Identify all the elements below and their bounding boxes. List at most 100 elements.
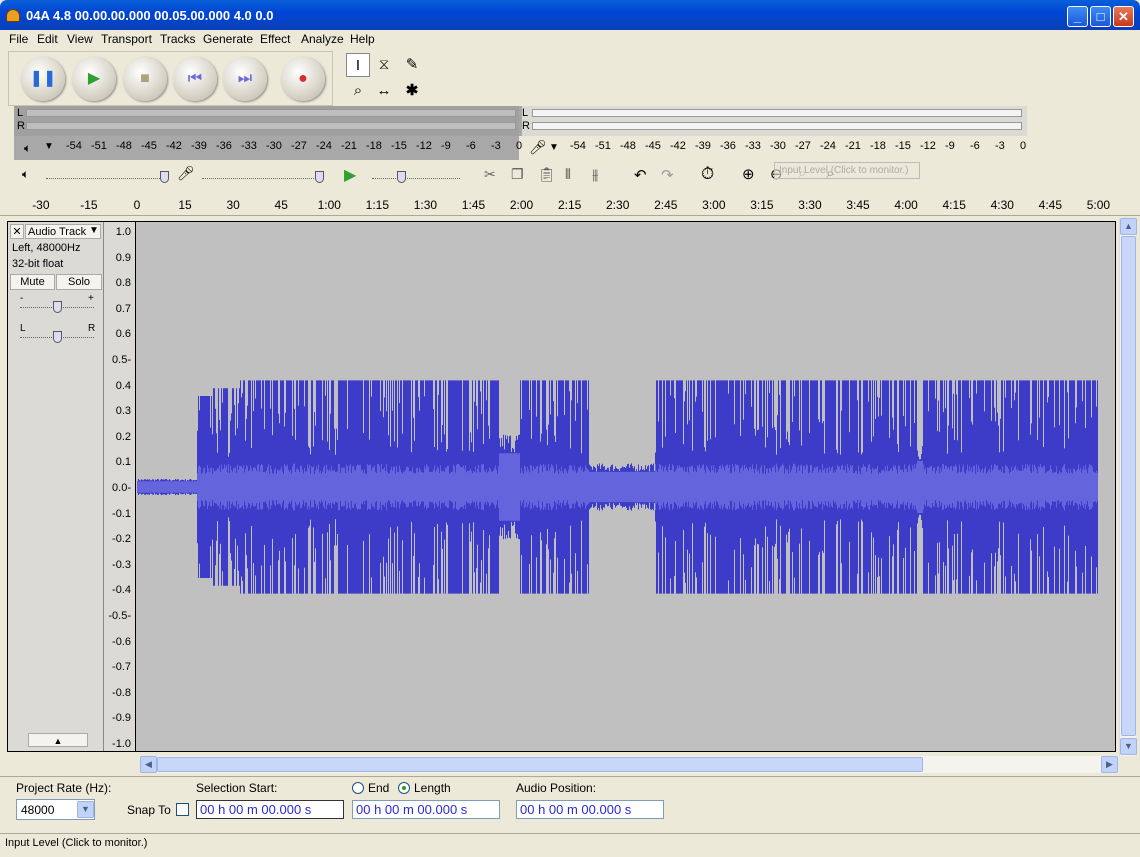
selection-tool-icon[interactable]: I xyxy=(346,53,370,77)
meter-toolbar: L R L R 🔈︎ ▼ -54 -51 -48 -45 -42 -39 -36 -33 -30… xyxy=(14,106,1027,160)
audio-position-field[interactable]: 00 h 00 m 00.000 s xyxy=(516,800,664,819)
input-volume-slider[interactable] xyxy=(202,178,324,179)
play-button[interactable]: ▶ xyxy=(72,57,116,101)
ruler-tick-label: 2:00 xyxy=(509,198,534,212)
zoom-in-icon[interactable]: ⊕ xyxy=(742,165,755,183)
horizontal-scroll-thumb[interactable] xyxy=(157,757,923,772)
project-rate-dropdown-icon[interactable]: ▼ xyxy=(77,801,94,818)
pause-button[interactable]: ❚❚ xyxy=(21,57,65,101)
track-menu-button[interactable]: Audio Track ▼ xyxy=(25,224,101,239)
ruler-tick-label: 3:15 xyxy=(750,198,774,212)
amplitude-tick-label: -0.3 xyxy=(112,558,131,571)
meter-tick-label: -24 xyxy=(820,140,836,152)
zoom-tool-icon[interactable]: ⌕ xyxy=(346,79,370,103)
ruler-tick-label: 2:15 xyxy=(557,198,582,212)
paste-icon[interactable]: 📋︎ xyxy=(538,166,556,183)
vertical-scroll-thumb[interactable] xyxy=(1121,236,1136,736)
ruler-tick-label: 4:00 xyxy=(894,198,918,212)
redo-icon[interactable]: ↷ xyxy=(661,166,674,184)
selection-start-label: Selection Start: xyxy=(196,781,278,795)
minimize-button[interactable]: _ xyxy=(1067,6,1088,27)
snap-to-checkbox[interactable] xyxy=(176,803,189,816)
input-volume-thumb[interactable] xyxy=(315,171,324,183)
solo-button[interactable]: Solo xyxy=(56,274,102,290)
record-button[interactable]: ● xyxy=(281,57,325,101)
skip-end-button[interactable]: ⏭ xyxy=(223,57,267,101)
menu-tracks[interactable]: Tracks xyxy=(160,32,196,46)
meter-tick-label: -33 xyxy=(745,140,761,152)
meter-tick-label: -27 xyxy=(291,140,307,152)
horizontal-scrollbar[interactable]: ◀ ▶ xyxy=(140,756,1118,773)
scroll-down-icon[interactable]: ▼ xyxy=(1120,738,1137,755)
scroll-left-icon[interactable]: ◀ xyxy=(140,756,157,773)
amplitude-tick-label: 0.8 xyxy=(115,277,131,290)
scroll-up-icon[interactable]: ▲ xyxy=(1120,218,1137,235)
draw-tool-icon[interactable]: ✎ xyxy=(400,53,424,77)
amplitude-tick-label: 0.6 xyxy=(115,328,131,341)
selection-length-field[interactable]: 00 h 00 m 00.000 s xyxy=(352,800,500,819)
play-meter-dropdown-icon[interactable]: ▼ xyxy=(44,141,54,152)
ruler-tick-label: 0 xyxy=(133,198,141,212)
rec-meter-bar-r[interactable] xyxy=(532,122,1022,130)
menu-help[interactable]: Help xyxy=(350,32,375,46)
play-at-speed-icon[interactable]: ▶ xyxy=(344,165,356,185)
selection-start-field[interactable]: 00 h 00 m 00.000 s xyxy=(196,800,344,819)
output-volume-slider[interactable] xyxy=(46,178,168,179)
timeline-ruler[interactable]: -30 -15 0 15 30 45 1:00 1:15 1:30 1:45 2:00 2:15 2:3… xyxy=(0,194,1140,216)
menu-generate[interactable]: Generate xyxy=(203,32,253,46)
vertical-scrollbar[interactable]: ▲ ▼ xyxy=(1119,218,1137,756)
pan-left-label: L xyxy=(20,323,26,334)
playback-speed-thumb[interactable] xyxy=(397,171,406,183)
track-close-button[interactable]: ✕ xyxy=(10,224,24,239)
menu-transport[interactable]: Transport xyxy=(101,32,152,46)
amplitude-tick-label: 0.3 xyxy=(115,405,131,418)
multi-tool-icon[interactable]: ✱ xyxy=(400,79,424,103)
play-meter-bar-r[interactable] xyxy=(26,122,516,130)
waveform[interactable] xyxy=(137,222,1098,751)
speaker-icon[interactable]: 🔈︎ xyxy=(24,141,31,156)
close-button[interactable]: ✕ xyxy=(1113,6,1134,27)
silence-icon[interactable]: ⫵ xyxy=(592,166,598,183)
output-volume-thumb[interactable] xyxy=(160,171,169,183)
sync-lock-icon[interactable]: ⏱ xyxy=(701,164,714,184)
undo-icon[interactable]: ↶ xyxy=(634,166,647,184)
skip-start-button[interactable]: ⏮ xyxy=(173,57,217,101)
menu-analyze[interactable]: Analyze xyxy=(301,32,344,46)
pan-slider-thumb[interactable] xyxy=(53,331,62,343)
timeshift-tool-icon[interactable]: ↔ xyxy=(372,79,396,103)
collapse-track-button[interactable]: ▲ xyxy=(28,733,88,747)
meter-tick-label: -36 xyxy=(216,140,232,152)
end-radio[interactable] xyxy=(352,782,364,794)
copy-icon[interactable]: ❐ xyxy=(511,166,524,183)
ruler-tick-label: 1:00 xyxy=(317,198,341,212)
trim-icon[interactable]: ⫴ xyxy=(565,166,571,183)
microphone-icon[interactable]: 🎤︎ xyxy=(529,139,547,156)
playback-speed-slider[interactable] xyxy=(372,178,460,179)
maximize-button[interactable]: □ xyxy=(1090,6,1111,27)
meter-tick-label: -54 xyxy=(570,140,586,152)
menu-effect[interactable]: Effect xyxy=(260,32,290,46)
rec-meter-dropdown-icon[interactable]: ▼ xyxy=(549,142,559,153)
ruler-tick-label: 3:45 xyxy=(846,198,870,212)
gain-slider-thumb[interactable] xyxy=(53,301,62,313)
rec-meter-bar-l[interactable] xyxy=(532,109,1022,117)
project-rate-combo[interactable]: 48000 ▼ xyxy=(16,799,95,820)
ruler-tick-label: 1:30 xyxy=(413,198,438,212)
length-radio[interactable] xyxy=(398,782,410,794)
play-meter-bar-l[interactable] xyxy=(26,109,516,117)
menu-file[interactable]: File xyxy=(9,32,28,46)
scroll-right-icon[interactable]: ▶ xyxy=(1101,756,1118,773)
ruler-tick-label: 1:45 xyxy=(461,198,486,212)
mute-button[interactable]: Mute xyxy=(10,274,55,290)
menu-bar: File Edit View Transport Tracks Generate… xyxy=(0,30,1140,49)
meter-tick-label: 0 xyxy=(1020,140,1027,152)
stop-button[interactable]: ■ xyxy=(123,57,167,101)
envelope-tool-icon[interactable]: ⧖ xyxy=(372,53,396,77)
ruler-tick-label: 30 xyxy=(226,198,240,212)
amplitude-tick-label: 0.2 xyxy=(115,430,131,443)
menu-view[interactable]: View xyxy=(67,32,93,46)
app-icon xyxy=(6,9,20,22)
cut-icon[interactable]: ✂ xyxy=(484,166,496,183)
meter-tick-label: -15 xyxy=(391,140,407,152)
menu-edit[interactable]: Edit xyxy=(37,32,58,46)
